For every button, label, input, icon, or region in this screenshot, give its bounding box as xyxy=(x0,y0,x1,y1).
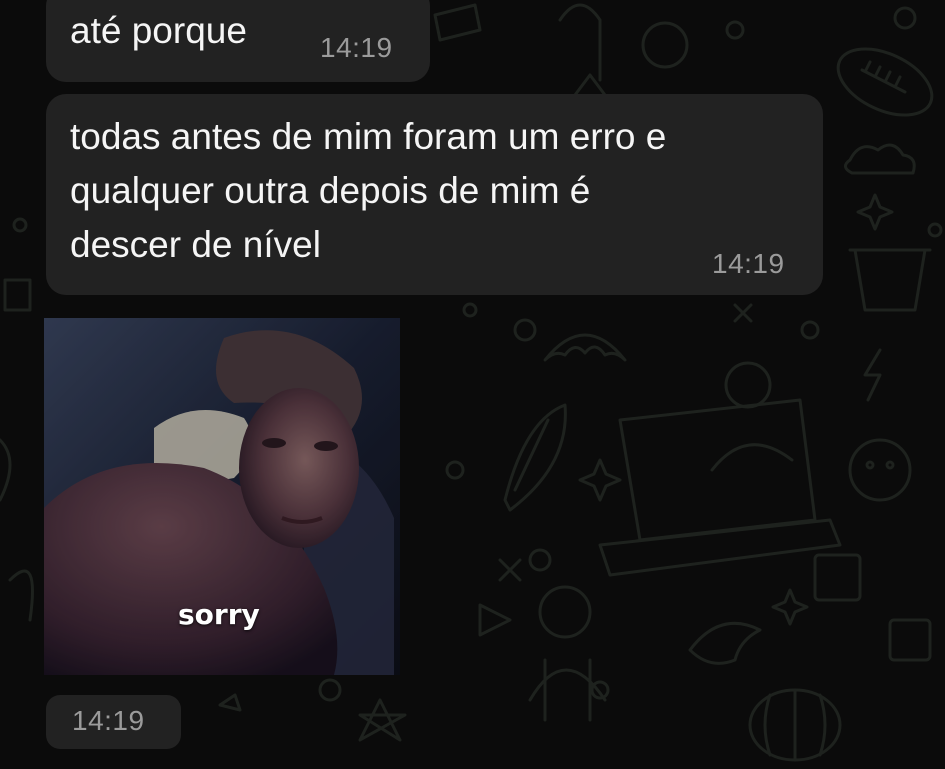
message-timestamp: 14:19 xyxy=(72,705,145,736)
message-timestamp: 14:19 xyxy=(712,248,785,279)
message-timestamp: 14:19 xyxy=(320,32,393,63)
sticker-caption: sorry xyxy=(178,598,260,631)
message-bubble-1[interactable]: até porque 14:19 xyxy=(46,0,430,82)
message-text: todas antes de mim foram um erro e qualq… xyxy=(70,116,667,265)
message-bubble-2[interactable]: todas antes de mim foram um erro e qualq… xyxy=(46,94,823,295)
sticker-timestamp-pill: 14:19 xyxy=(46,695,181,749)
sticker-image[interactable]: sorry xyxy=(44,318,400,675)
message-text: até porque xyxy=(70,10,247,51)
